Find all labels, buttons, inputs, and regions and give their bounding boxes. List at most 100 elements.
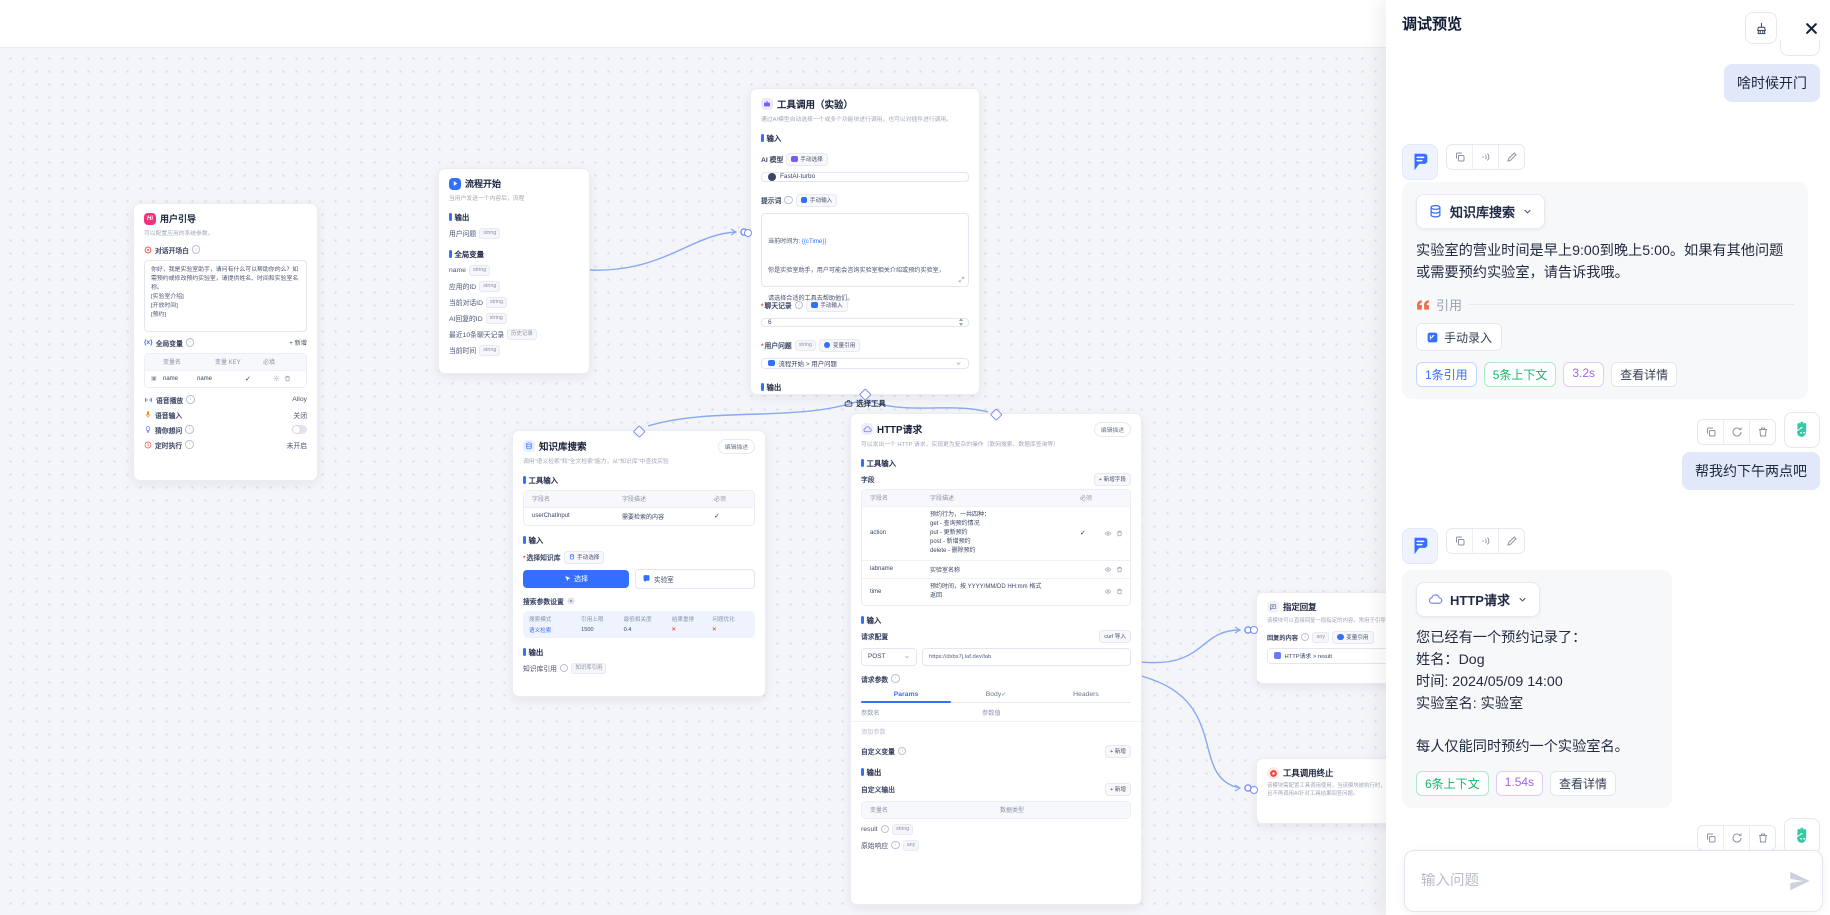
add-variable-button[interactable]: + 新增 (289, 338, 307, 347)
table-row[interactable]: userChatInput 需要检索的内容 ✓ (524, 507, 754, 525)
citation-count-badge[interactable]: 1条引用 (1416, 362, 1477, 387)
section-input: 输入 (751, 133, 979, 144)
opening-textarea[interactable]: 你好，我是实验室助手，请问有什么可以帮助你的么？如需预约或修改预约实验室，请提供… (144, 260, 307, 332)
context-count-badge[interactable]: 6条上下文 (1416, 771, 1489, 796)
type-badge: any (903, 840, 920, 851)
close-panel-button[interactable] (1800, 17, 1822, 39)
schedule-value[interactable]: 未开启 (287, 440, 307, 450)
type-badge: string (479, 281, 500, 292)
info-icon: i (185, 440, 194, 449)
add-custom-var-button[interactable]: + 新增 (1105, 745, 1131, 758)
tab-params[interactable]: Params (861, 688, 951, 702)
edit-icon[interactable] (1498, 529, 1524, 553)
kb-dataset-card[interactable]: 实验室 (635, 569, 755, 589)
copy-icon[interactable] (1447, 529, 1472, 553)
question-label: 用户问题 (761, 340, 792, 350)
edit-icon[interactable] (1498, 145, 1524, 169)
context-count-badge[interactable]: 5条上下文 (1484, 362, 1557, 387)
reply-mode-badge[interactable]: 变量引用 (1332, 631, 1373, 644)
expand-icon[interactable] (958, 276, 965, 283)
gear-icon[interactable] (567, 597, 575, 605)
eye-icon[interactable] (1104, 566, 1112, 573)
question-select[interactable]: 流程开始 > 用户问题 (761, 358, 969, 369)
ai-message-text: 您已经有一个预约记录了： 姓名：Dog 时间: 2024/05/09 14:00… (1416, 627, 1658, 758)
voice-input-value[interactable]: 关闭 (293, 410, 307, 420)
input-handle[interactable] (744, 229, 752, 237)
copy-icon[interactable] (1698, 826, 1723, 850)
copy-icon[interactable] (1447, 145, 1472, 169)
add-output-button[interactable]: + 新增 (1105, 783, 1131, 796)
tts-value[interactable]: Alloy (292, 396, 307, 403)
question-mode-badge[interactable]: 变量引用 (819, 339, 860, 352)
kb-mode-badge[interactable]: 手动选择 (564, 551, 605, 564)
tab-headers[interactable]: Headers (1041, 688, 1131, 702)
type-badge: string (469, 265, 490, 276)
chat-input[interactable] (1405, 873, 1778, 889)
history-stepper[interactable]: 6 (761, 318, 969, 327)
model-mode-badge[interactable]: 手动选择 (786, 153, 827, 166)
section-output: 输出 (513, 647, 765, 658)
table-row[interactable]: ▣ name name ✓ (145, 370, 306, 387)
http-request-accordion[interactable]: HTTP请求 (1416, 582, 1540, 617)
delete-icon[interactable] (1749, 826, 1775, 850)
kb-search-accordion[interactable]: 知识库搜索 (1416, 194, 1545, 229)
url-input[interactable]: https://dxbs7j.laf.dev/lab (922, 648, 1131, 666)
send-button[interactable] (1778, 868, 1822, 894)
trash-icon[interactable] (284, 375, 291, 382)
tab-body[interactable]: Body✓ (951, 688, 1041, 702)
add-param-placeholder[interactable]: 添加参数 (861, 727, 886, 736)
flow-start-icon (449, 178, 461, 190)
delete-icon[interactable] (1749, 420, 1775, 444)
edit-description-button[interactable]: 编辑描述 (1094, 422, 1131, 437)
clear-history-button[interactable] (1745, 12, 1777, 44)
node-tool-call[interactable]: 工具调用（实验） 通过AI模型自动选择一个或多个功能块进行调用，也可以对插件进行… (750, 88, 980, 395)
copy-icon[interactable] (1698, 420, 1723, 444)
opening-label: 对话开场白 (155, 245, 189, 255)
dataset-logo-icon (642, 574, 651, 583)
trash-icon[interactable] (1116, 588, 1123, 595)
edit-description-button[interactable]: 编辑描述 (718, 439, 755, 454)
eye-icon[interactable] (1104, 588, 1112, 595)
tts-play-icon[interactable] (1472, 145, 1498, 169)
node-user-guide[interactable]: Hi 用户引导 可以配置应用的系统参数。 对话开场白 i 你好，我是实验室助手，… (133, 203, 318, 481)
http-icon (861, 423, 873, 435)
guess-question-toggle[interactable] (292, 425, 307, 434)
send-icon (1787, 868, 1813, 894)
curl-import-button[interactable]: curl 导入 (1099, 630, 1131, 643)
prompt-textarea[interactable]: 当前时间为: {{cTime}} 你是实验室助手，用户可能会咨询实验室相关介绍或… (761, 213, 969, 287)
add-field-button[interactable]: + 新增字段 (1094, 473, 1131, 486)
select-kb-button[interactable]: 选择 (523, 570, 629, 588)
retry-icon[interactable] (1723, 420, 1749, 444)
ai-message-card: 知识库搜索 实验室的营业时间是早上9:00到晚上5:00。如果有其他问题或需要预… (1402, 182, 1808, 399)
reply-value[interactable]: HTTP请求 > result (1285, 651, 1333, 660)
http-icon (1428, 592, 1443, 607)
table-row[interactable]: action 预约行为，一共四种： get - 查询预约情况 put - 更新预… (862, 506, 1130, 560)
reply-icon (1267, 601, 1279, 613)
method-select[interactable]: POST (861, 648, 917, 666)
gear-icon[interactable] (273, 375, 280, 382)
node-title: 知识库搜索 (539, 439, 587, 453)
node-flow-start[interactable]: 流程开始 当用户发送一个内容后，流程 输出 用户问题 string 全局变量 n… (438, 168, 590, 374)
input-handle[interactable] (1250, 786, 1258, 794)
eye-icon[interactable] (1104, 530, 1112, 537)
node-http[interactable]: HTTP请求 可以发出一个 HTTP 请求，实现更为复杂的操作（联网搜索、数据库… (850, 413, 1142, 905)
tool-input-table: 字段名 字段描述 必须 userChatInput 需要检索的内容 ✓ (523, 490, 755, 526)
input-handle[interactable] (1250, 626, 1258, 634)
view-detail-button[interactable]: 查看详情 (1550, 771, 1616, 796)
table-row[interactable]: time 预约时间，按 YYYY/MM/DD HH:mm 格式 返回 (862, 578, 1130, 605)
trash-icon[interactable] (1116, 566, 1123, 573)
broom-icon (1754, 21, 1769, 36)
gvar-label: 应用的ID (449, 281, 476, 291)
retry-icon[interactable] (1723, 826, 1749, 850)
request-config-label: 请求配置 (861, 631, 888, 641)
table-row[interactable]: labname 实验室名称 (862, 560, 1130, 578)
view-detail-button[interactable]: 查看详情 (1611, 362, 1677, 387)
mic-icon (144, 410, 152, 419)
tts-play-icon[interactable] (1472, 529, 1498, 553)
quote-source-chip[interactable]: 手动录入 (1416, 323, 1502, 351)
trash-icon[interactable] (1116, 530, 1123, 537)
prompt-mode-badge[interactable]: 手动输入 (796, 194, 837, 207)
section-global-vars: 全局变量 (439, 249, 589, 260)
node-kb-search[interactable]: 知识库搜索 调用"语义检索"和"全文检索"能力，从"知识库"中查找实验 编辑描述… (512, 430, 766, 697)
model-select[interactable]: FastAI-turbo (761, 172, 969, 182)
